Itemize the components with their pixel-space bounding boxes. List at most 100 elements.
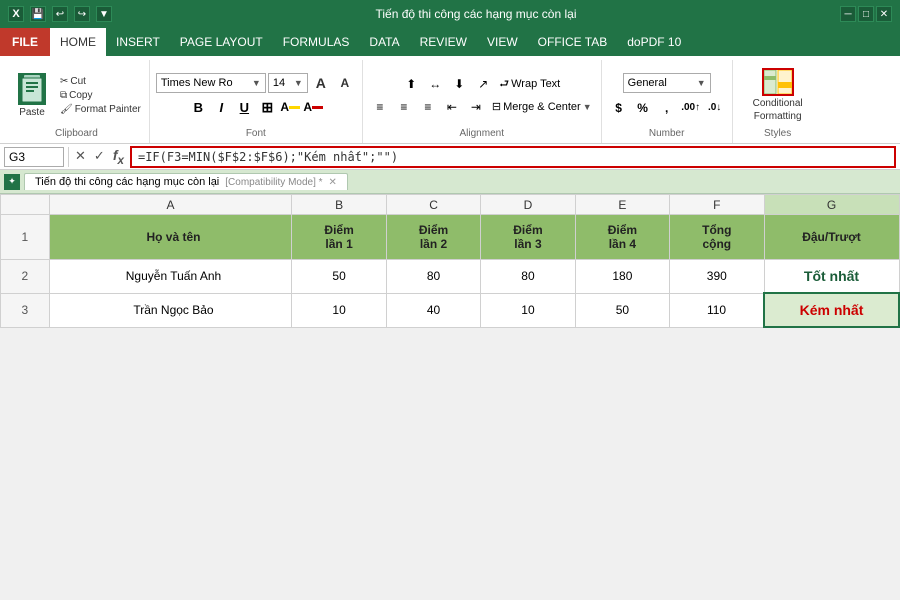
underline-button[interactable]: U: [233, 97, 255, 117]
header-cell-e[interactable]: Điểmlần 4: [575, 215, 669, 260]
cell-a3[interactable]: Trần Ngọc Bảo: [49, 293, 292, 327]
tab-view[interactable]: VIEW: [477, 28, 528, 56]
undo-icon[interactable]: ↩: [52, 6, 68, 22]
minimize-icon[interactable]: ─: [840, 6, 856, 22]
align-top-button[interactable]: ⬆: [400, 74, 422, 94]
comma-button[interactable]: ,: [656, 98, 678, 118]
tab-formulas[interactable]: FORMULAS: [273, 28, 360, 56]
cell-reference-box[interactable]: G3: [4, 147, 64, 167]
tab-review[interactable]: REVIEW: [410, 28, 477, 56]
cell-c2[interactable]: 80: [386, 260, 480, 294]
percent-button[interactable]: %: [632, 98, 654, 118]
merge-center-button[interactable]: ⊟ Merge & Center ▼: [489, 99, 595, 114]
align-middle-button[interactable]: ↔: [424, 74, 446, 94]
font-color-button[interactable]: A: [302, 97, 324, 117]
table-row: 2 Nguyễn Tuấn Anh 50 80 80 180 390: [1, 260, 900, 294]
tab-dopdf[interactable]: doPDF 10: [617, 28, 691, 56]
sheet-tab-bar: ✦ Tiến độ thi công các hạng mục còn lại …: [0, 170, 900, 194]
currency-button[interactable]: $: [608, 98, 630, 118]
cell-c3[interactable]: 40: [386, 293, 480, 327]
tab-home[interactable]: HOME: [50, 28, 106, 56]
styles-label: Styles: [764, 128, 791, 141]
border-button[interactable]: ⊞: [256, 97, 278, 117]
cut-button[interactable]: ✂ Cut: [58, 75, 143, 88]
cell-f3[interactable]: 110: [670, 293, 764, 327]
italic-button[interactable]: I: [210, 97, 232, 117]
font-name-box[interactable]: Times New Ro ▼: [156, 73, 266, 93]
formula-input[interactable]: =IF(F3=MIN($F$2:$F$6);"Kém nhất";""): [130, 146, 896, 168]
insert-function-icon[interactable]: fx: [111, 145, 126, 169]
align-bottom-button[interactable]: ⬇: [448, 74, 470, 94]
tab-office-tab[interactable]: OFFICE TAB: [528, 28, 618, 56]
font-size-increase[interactable]: A: [310, 73, 332, 93]
cell-f2[interactable]: 390: [670, 260, 764, 294]
font-size-decrease[interactable]: A: [334, 73, 356, 93]
col-header-c[interactable]: C: [386, 195, 480, 215]
tab-page-layout[interactable]: PAGE LAYOUT: [170, 28, 273, 56]
header-text-f: Tổngcộng: [702, 223, 731, 251]
row-num-3[interactable]: 3: [1, 293, 50, 327]
col-header-d[interactable]: D: [481, 195, 575, 215]
close-icon[interactable]: ✕: [876, 6, 892, 22]
merge-label: Merge & Center: [503, 101, 581, 113]
cell-e2[interactable]: 180: [575, 260, 669, 294]
header-text-c: Điểmlần 2: [419, 223, 448, 251]
number-label: Number: [649, 128, 685, 141]
col-header-b[interactable]: B: [292, 195, 386, 215]
tab-insert[interactable]: INSERT: [106, 28, 170, 56]
cell-text-a2: Nguyễn Tuấn Anh: [126, 269, 221, 283]
sheet-tab[interactable]: Tiến độ thi công các hạng mục còn lại [C…: [24, 173, 348, 190]
decrease-indent-button[interactable]: ⇤: [441, 97, 463, 117]
cancel-formula-icon[interactable]: ✕: [73, 146, 88, 166]
cell-g2[interactable]: Tốt nhất: [764, 260, 899, 294]
redo-icon[interactable]: ↪: [74, 6, 90, 22]
tab-data[interactable]: DATA: [359, 28, 409, 56]
number-format-box[interactable]: General ▼: [623, 73, 711, 93]
fill-color-button[interactable]: A: [279, 97, 301, 117]
row-num-2[interactable]: 2: [1, 260, 50, 294]
cell-d2[interactable]: 80: [481, 260, 575, 294]
cell-a2[interactable]: Nguyễn Tuấn Anh: [49, 260, 292, 294]
spreadsheet-grid: A B C D E F G 1 Họ và tên Điểmlần 1 Đi: [0, 194, 900, 328]
align-right-button[interactable]: ≡: [417, 97, 439, 117]
paste-button[interactable]: Paste: [10, 69, 54, 121]
save-icon[interactable]: 💾: [30, 6, 46, 22]
bold-button[interactable]: B: [187, 97, 209, 117]
cell-b2[interactable]: 50: [292, 260, 386, 294]
col-header-e[interactable]: E: [575, 195, 669, 215]
header-cell-g[interactable]: Đậu/Trượt: [764, 215, 899, 260]
header-cell-d[interactable]: Điểmlần 3: [481, 215, 575, 260]
conditional-formatting-button[interactable]: Conditional Formatting: [751, 66, 805, 124]
format-painter-button[interactable]: 🖌 Format Painter: [58, 103, 143, 116]
cell-g3[interactable]: Kém nhất: [764, 293, 899, 327]
cell-e3[interactable]: 50: [575, 293, 669, 327]
row-num-1[interactable]: 1: [1, 215, 50, 260]
increase-decimal[interactable]: .00↑: [680, 98, 702, 118]
increase-indent-button[interactable]: ⇥: [465, 97, 487, 117]
header-cell-c[interactable]: Điểmlần 2: [386, 215, 480, 260]
col-header-a[interactable]: A: [49, 195, 292, 215]
conditional-label: Conditional: [753, 98, 803, 109]
maximize-icon[interactable]: □: [858, 6, 874, 22]
font-size-box[interactable]: 14 ▼: [268, 73, 308, 93]
text-angle-button[interactable]: ↗: [472, 74, 494, 94]
col-header-g[interactable]: G: [764, 195, 899, 215]
wrap-text-button[interactable]: ⮐ Wrap Text: [496, 74, 563, 95]
cell-b3[interactable]: 10: [292, 293, 386, 327]
align-center-button[interactable]: ≡: [393, 97, 415, 117]
align-left-button[interactable]: ≡: [369, 97, 391, 117]
customize-icon[interactable]: ▼: [96, 6, 112, 22]
copy-button[interactable]: ⧉ Copy: [58, 89, 143, 102]
header-cell-b[interactable]: Điểmlần 1: [292, 215, 386, 260]
wrap-text-label: Wrap Text: [511, 78, 560, 90]
font-label: Font: [246, 128, 266, 141]
cell-d3[interactable]: 10: [481, 293, 575, 327]
tab-file[interactable]: FILE: [0, 28, 50, 56]
confirm-formula-icon[interactable]: ✓: [92, 146, 107, 166]
header-cell-name[interactable]: Họ và tên: [49, 215, 292, 260]
header-cell-f[interactable]: Tổngcộng: [670, 215, 764, 260]
sheet-tab-close[interactable]: ✕: [329, 177, 337, 188]
decrease-decimal[interactable]: .0↓: [704, 98, 726, 118]
cell-text-f2: 390: [707, 269, 727, 283]
col-header-f[interactable]: F: [670, 195, 764, 215]
